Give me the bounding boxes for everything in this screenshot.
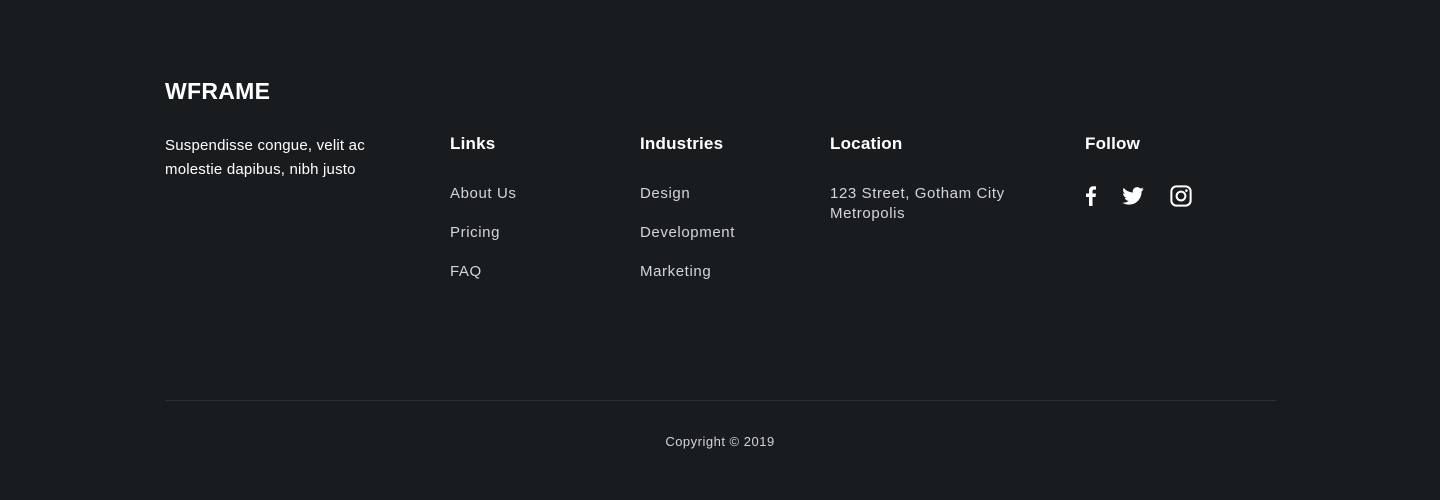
social-links <box>1085 184 1193 208</box>
follow-column: Follow <box>1085 133 1193 208</box>
industries-heading: Industries <box>640 134 724 153</box>
link-about-us[interactable]: About Us <box>450 184 517 223</box>
link-faq[interactable]: FAQ <box>450 262 517 301</box>
brand-tagline: Suspendisse congue, velit ac molestie da… <box>165 137 365 178</box>
links-column: Links About Us Pricing FAQ <box>450 133 517 301</box>
facebook-icon[interactable] <box>1085 184 1097 208</box>
twitter-icon[interactable] <box>1121 184 1145 208</box>
location-address: 123 Street, Gotham City Metropolis <box>830 185 1005 222</box>
location-heading: Location <box>830 134 903 153</box>
instagram-icon[interactable] <box>1169 184 1193 208</box>
brand-logo[interactable]: WFRAME <box>165 78 270 105</box>
location-column: Location 123 Street, Gotham City Metropo… <box>830 133 1050 224</box>
link-development[interactable]: Development <box>640 223 735 262</box>
link-marketing[interactable]: Marketing <box>640 262 735 301</box>
follow-heading: Follow <box>1085 134 1141 153</box>
copyright-text: Copyright © 2019 <box>665 434 775 449</box>
links-list: About Us Pricing FAQ <box>450 184 517 301</box>
site-footer: WFRAME Suspendisse congue, velit ac mole… <box>0 0 1440 500</box>
industries-list: Design Development Marketing <box>640 184 735 301</box>
link-design[interactable]: Design <box>640 184 735 223</box>
link-pricing[interactable]: Pricing <box>450 223 517 262</box>
industries-column: Industries Design Development Marketing <box>640 133 735 301</box>
links-heading: Links <box>450 134 496 153</box>
footer-divider <box>165 400 1276 401</box>
